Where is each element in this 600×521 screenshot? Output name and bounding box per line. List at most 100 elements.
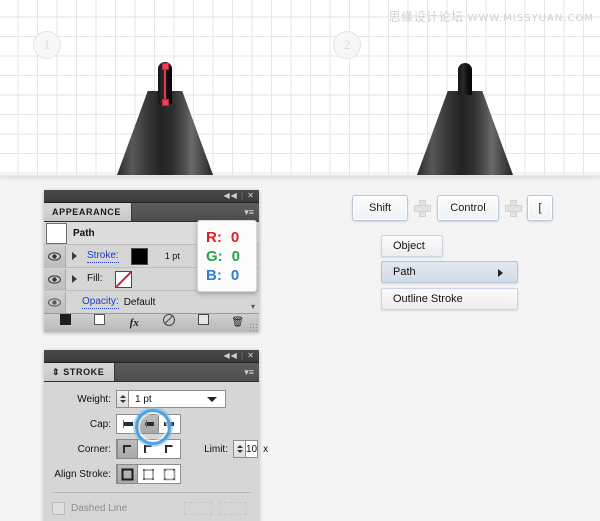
rgb-line-r: R: 0 xyxy=(206,228,256,247)
stroke-panel-titlebar: ◀◀ | ✕ xyxy=(44,350,259,363)
clear-appearance-button[interactable] xyxy=(152,313,187,333)
add-effect-button[interactable]: fx xyxy=(117,314,152,332)
tab-stroke-label: STROKE xyxy=(63,367,105,377)
dashed-line-row[interactable]: Dashed Line xyxy=(44,498,259,518)
panel-menu-icon[interactable]: ▾≡ xyxy=(238,367,254,377)
stroke-attribute-label[interactable]: Stroke: xyxy=(87,250,119,263)
cap-projecting-button[interactable] xyxy=(160,416,179,432)
duplicate-icon xyxy=(197,314,209,325)
menu-item-path-label: Path xyxy=(393,266,416,278)
limit-value[interactable]: 10 xyxy=(246,444,257,455)
close-icon[interactable]: ✕ xyxy=(247,351,255,360)
opacity-value[interactable]: Default xyxy=(124,297,156,308)
app-root: 思缘设计论坛 WWW.MISSYUAN.COM 1 2 ◀◀ | ✕ APPEA… xyxy=(0,0,600,521)
menu-item-path[interactable]: Path xyxy=(381,261,518,283)
rgb-channel-r: R: xyxy=(206,228,222,246)
add-new-fill-button[interactable] xyxy=(83,314,118,332)
chevron-down-icon[interactable] xyxy=(207,397,217,402)
artboard-canvas: 思缘设计论坛 WWW.MISSYUAN.COM 1 2 xyxy=(0,0,600,175)
weight-label: Weight: xyxy=(77,393,111,405)
eye-glyph xyxy=(48,297,61,307)
plus-icon-2 xyxy=(505,200,522,217)
opacity-attribute-label[interactable]: Opacity: xyxy=(82,296,119,309)
round-join-icon xyxy=(144,445,152,453)
key-shift[interactable]: Shift xyxy=(352,195,408,221)
panel-menu-icon[interactable]: ▾≡ xyxy=(238,207,254,217)
path-anchor-bottom xyxy=(162,99,169,106)
limit-input[interactable]: 10 xyxy=(246,440,259,458)
align-inside-button[interactable] xyxy=(139,466,158,482)
no-symbol-icon xyxy=(162,313,175,326)
tab-appearance[interactable]: APPEARANCE xyxy=(44,203,133,221)
fill-none-swatch[interactable] xyxy=(114,270,132,288)
rgb-line-b: B: 0 xyxy=(206,266,256,285)
stroke-corner-row: Corner: Limit: 10 x xyxy=(44,438,268,460)
tab-expand-icon: ⇕ xyxy=(52,367,61,377)
weight-value[interactable]: 1 pt xyxy=(129,394,152,405)
visibility-eye-icon-opacity[interactable] xyxy=(44,291,66,313)
stepper-up-icon[interactable] xyxy=(236,445,243,448)
add-new-stroke-button[interactable] xyxy=(48,314,83,332)
stroke-panel-divider xyxy=(52,492,251,493)
cap-butt-button[interactable] xyxy=(118,416,137,432)
appearance-panel-toolbar: fx 🗑 xyxy=(44,313,259,332)
key-bracket-left[interactable]: [ xyxy=(527,195,553,221)
corner-round-button[interactable] xyxy=(139,441,158,457)
dashed-line-label: Dashed Line xyxy=(71,502,128,514)
dash-preserve-icon[interactable] xyxy=(184,501,212,515)
dash-exact-icon[interactable] xyxy=(219,501,247,515)
dashed-line-checkbox[interactable] xyxy=(52,501,65,515)
stepper-down-icon[interactable] xyxy=(119,400,126,403)
stepper-down-icon[interactable] xyxy=(236,450,243,453)
limit-stepper[interactable] xyxy=(233,440,246,458)
stroke-align-row: Align Stroke: xyxy=(44,463,259,485)
corner-bevel-button[interactable] xyxy=(160,441,179,457)
collapse-icon[interactable]: ◀◀ xyxy=(223,351,237,360)
cap-round-button[interactable] xyxy=(138,414,159,434)
projecting-cap-icon xyxy=(164,420,174,428)
filled-square-icon xyxy=(59,314,71,325)
visibility-eye-icon-fill[interactable] xyxy=(44,268,66,290)
disclosure-triangle-stroke[interactable] xyxy=(72,252,82,260)
round-cap-icon xyxy=(145,420,154,428)
titlebar-separator: | xyxy=(240,191,245,200)
visibility-eye-icon-stroke[interactable] xyxy=(44,245,66,267)
align-inside-icon xyxy=(143,468,154,480)
weight-combobox[interactable]: 1 pt xyxy=(129,390,226,408)
close-icon[interactable]: ✕ xyxy=(247,191,255,200)
stroke-weight-value[interactable]: 1 pt xyxy=(165,251,180,261)
corner-miter-button[interactable] xyxy=(117,439,138,459)
duplicate-item-button[interactable] xyxy=(186,314,221,332)
key-control[interactable]: Control xyxy=(437,195,499,221)
tab-stroke[interactable]: ⇕ STROKE xyxy=(44,363,116,381)
path-thumbnail xyxy=(46,222,67,244)
scroll-down-arrow-icon[interactable]: ▾ xyxy=(251,302,255,311)
limit-label: Limit: xyxy=(204,443,228,455)
step-number-1: 1 xyxy=(33,31,61,59)
watermark-url: WWW.MISSYUAN.COM xyxy=(467,13,594,24)
disclosure-triangle-fill[interactable] xyxy=(72,275,82,283)
cap-button-group xyxy=(116,414,181,434)
menu-item-outline-stroke[interactable]: Outline Stroke xyxy=(381,288,518,310)
corner-label: Corner: xyxy=(77,443,111,455)
stepper-up-icon[interactable] xyxy=(119,395,126,398)
rgb-value-r: 0 xyxy=(230,228,240,246)
dash-pattern-icons xyxy=(184,501,247,515)
align-center-button[interactable] xyxy=(117,464,138,484)
align-outside-button[interactable] xyxy=(160,466,179,482)
stroke-color-swatch[interactable] xyxy=(130,247,148,265)
appearance-titlebar-buttons: ◀◀ | ✕ xyxy=(223,190,255,202)
stroke-cap-row: Cap: xyxy=(44,409,259,445)
stroke-panel: ◀◀ | ✕ ⇕ STROKE ▾≡ Weight: 1 pt Cap: Cor… xyxy=(44,350,268,521)
menu-item-object[interactable]: Object xyxy=(381,235,443,257)
resize-grip[interactable] xyxy=(249,323,257,331)
corner-button-group xyxy=(116,439,181,459)
rgb-color-tooltip: R: 0 G: 0 B: 0 xyxy=(197,220,257,292)
rgb-line-g: G: 0 xyxy=(206,247,256,266)
fill-attribute-label[interactable]: Fill: xyxy=(87,273,103,285)
eye-glyph xyxy=(48,274,61,284)
appearance-row-opacity[interactable]: Opacity: Default ▾ xyxy=(44,291,259,313)
collapse-icon[interactable]: ◀◀ xyxy=(223,191,237,200)
weight-stepper[interactable] xyxy=(116,390,129,408)
titlebar-separator: | xyxy=(240,351,245,360)
